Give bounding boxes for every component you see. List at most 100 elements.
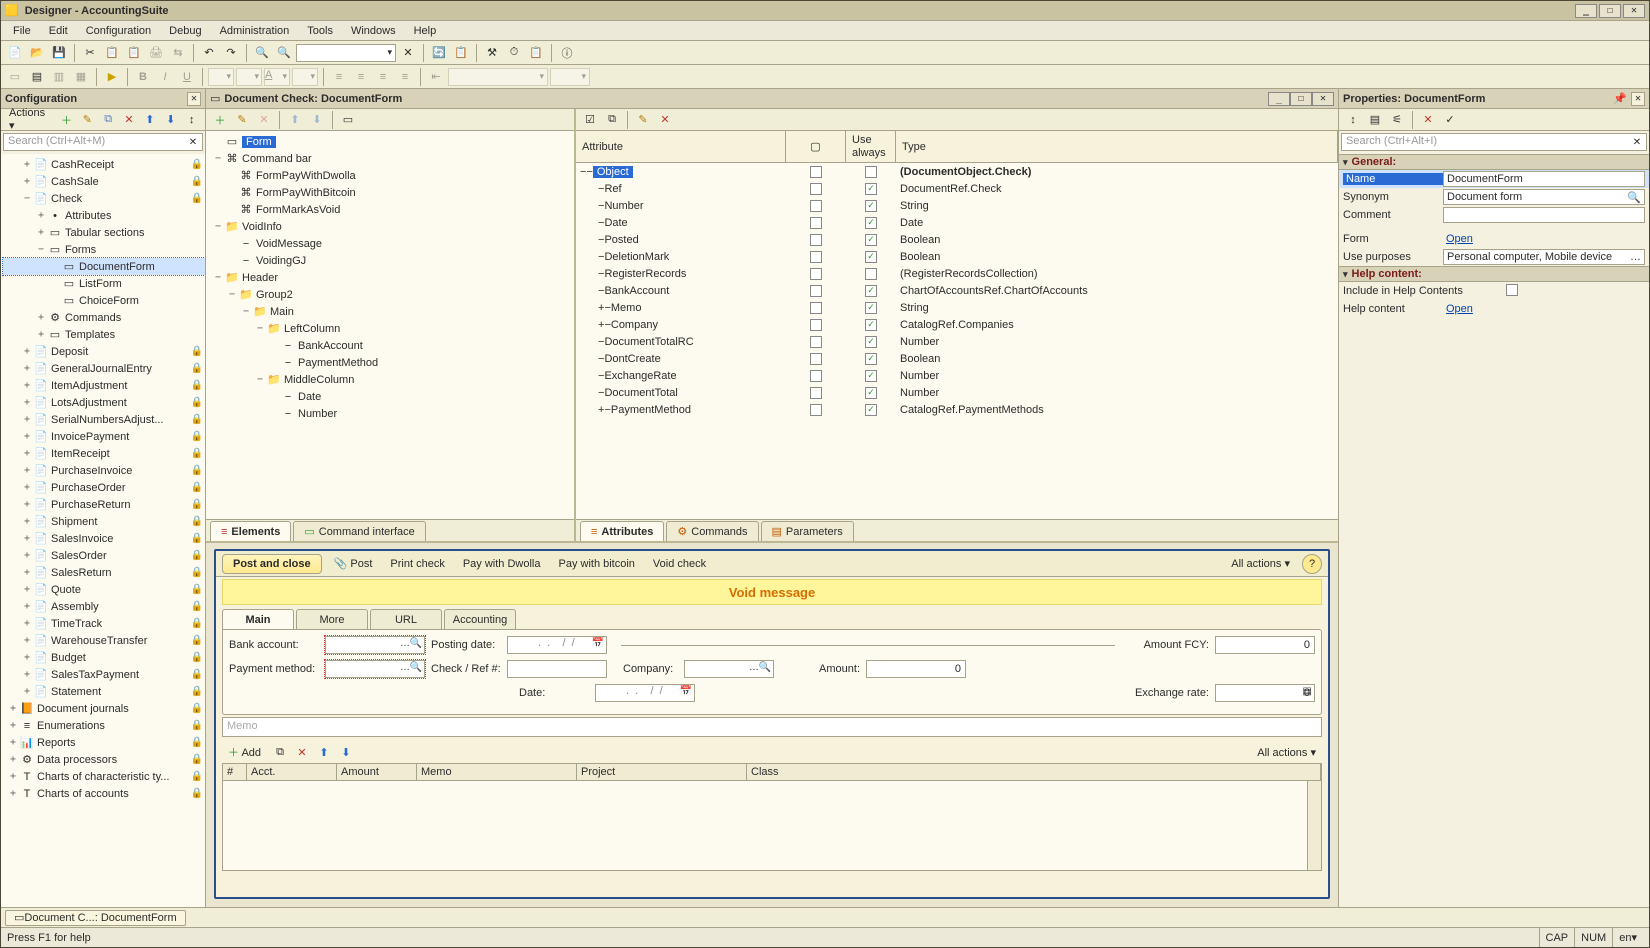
attribute-row[interactable]: −DocumentTotalRC✓Number [576,333,1338,350]
element-item[interactable]: −VoidingGJ [208,252,574,269]
attribute-row[interactable]: −DocumentTotal✓Number [576,384,1338,401]
mdi-close-button[interactable]: ✕ [1312,92,1334,106]
tree-item[interactable]: +📄CashSale🔒 [3,173,205,190]
line-all-actions[interactable]: All actions ▾ [1251,744,1322,761]
delete-icon[interactable]: ✕ [120,110,139,130]
col-acct[interactable]: Acct. [247,764,337,780]
pin-icon[interactable]: 📌 [1613,92,1627,105]
line-up-icon[interactable]: ⬆ [315,743,333,761]
fill-color[interactable] [236,68,262,86]
align-left-button[interactable]: ≡ [329,67,349,87]
prop-form-link[interactable]: Open [1446,233,1473,245]
tool-b-button[interactable]: ⏱ [504,43,524,63]
maximize-button[interactable]: ☐ [1599,4,1621,18]
element-item[interactable]: −📁Main [208,303,574,320]
align-center-button[interactable]: ≡ [351,67,371,87]
prop-sort-icon[interactable]: ↕ [1343,110,1363,130]
help-icon[interactable]: ? [1302,554,1322,574]
elements-tree[interactable]: ▭Form−⌘Command bar ⌘FormPayWithDwolla ⌘F… [206,131,574,519]
section-help[interactable]: Help content: [1339,266,1649,282]
attribute-row[interactable]: +−Memo✓String [576,299,1338,316]
element-item[interactable]: −📁Header [208,269,574,286]
tree-item[interactable]: +📊Reports🔒 [3,734,205,751]
cell-button-1[interactable]: ▭ [5,67,25,87]
pay-bitcoin-button[interactable]: Pay with bitcoin [552,556,640,572]
attribute-row[interactable]: −DontCreate✓Boolean [576,350,1338,367]
underline-button[interactable]: U [177,67,197,87]
element-item[interactable]: −VoidMessage [208,235,574,252]
configuration-tree[interactable]: +📄CashReceipt🔒+📄CashSale🔒−📄Check🔒+•Attri… [1,154,205,907]
amount-input[interactable]: 0 [866,660,966,678]
open-button[interactable]: 📂 [27,43,47,63]
tree-item[interactable]: +📄SalesInvoice🔒 [3,530,205,547]
copy-line-icon[interactable]: ⧉ [271,743,289,761]
search-combo[interactable] [296,44,396,62]
menu-windows[interactable]: Windows [345,23,402,39]
minimize-button[interactable]: _ [1575,4,1597,18]
attribute-row[interactable]: −−Object(DocumentObject.Check) [576,163,1338,180]
properties-search-clear-icon[interactable]: ✕ [1630,135,1644,149]
post-button[interactable]: 📎 Post [328,555,379,572]
menu-configuration[interactable]: Configuration [80,23,157,39]
attribute-row[interactable]: −Posted✓Boolean [576,231,1338,248]
attributes-grid[interactable]: −−Object(DocumentObject.Check)−Ref✓Docum… [576,163,1338,519]
prop-synonym-input[interactable]: Document form🔍 [1443,189,1645,205]
col-num[interactable]: # [223,764,247,780]
copy-button[interactable]: 📋 [102,43,122,63]
line-down-icon[interactable]: ⬇ [337,743,355,761]
refresh-button[interactable]: 🔄 [429,43,449,63]
new-button[interactable]: 📄 [5,43,25,63]
menu-administration[interactable]: Administration [214,23,296,39]
attribute-row[interactable]: −BankAccount✓ChartOfAccountsRef.ChartOfA… [576,282,1338,299]
pay-dwolla-button[interactable]: Pay with Dwolla [457,556,547,572]
tree-item[interactable]: +⚙Data processors🔒 [3,751,205,768]
delete-line-icon[interactable]: ✕ [293,743,311,761]
scrollbar[interactable] [1307,781,1321,870]
attribute-row[interactable]: −RegisterRecords(RegisterRecordsCollecti… [576,265,1338,282]
tree-item[interactable]: +📄InvoicePayment🔒 [3,428,205,445]
tree-item[interactable]: +📄Assembly🔒 [3,598,205,615]
element-item[interactable]: −Date [208,388,574,405]
posting-date-input[interactable]: . . / /📅 [507,636,607,654]
attribute-row[interactable]: −DeletionMark✓Boolean [576,248,1338,265]
element-item[interactable]: −⌘Command bar [208,150,574,167]
attribute-row[interactable]: +−Company✓CatalogRef.Companies [576,316,1338,333]
attr-check-icon[interactable]: ☑ [580,110,600,130]
element-item[interactable]: ⌘FormPayWithBitcoin [208,184,574,201]
cell-button-4[interactable]: ▦ [71,67,91,87]
tab-command-interface[interactable]: ▭ Command interface [293,521,425,541]
redo-button[interactable]: ↷ [221,43,241,63]
prop-name-input[interactable]: DocumentForm [1443,171,1645,187]
elem-up-icon[interactable]: ⬆ [285,110,305,130]
tab-more[interactable]: More [296,609,368,629]
attribute-row[interactable]: −Date✓Date [576,214,1338,231]
add-icon[interactable]: ＋ [57,110,76,130]
tree-item[interactable]: +📄SerialNumbersAdjust...🔒 [3,411,205,428]
check-ref-input[interactable] [507,660,607,678]
col-attribute[interactable]: Attribute [576,131,786,162]
attribute-row[interactable]: +−PaymentMethod✓CatalogRef.PaymentMethod… [576,401,1338,418]
highlight-color[interactable] [292,68,318,86]
element-item[interactable]: −📁Group2 [208,286,574,303]
tree-item[interactable]: +📄WarehouseTransfer🔒 [3,632,205,649]
tree-item[interactable]: +📄SalesTaxPayment🔒 [3,666,205,683]
amount-fcy-input[interactable]: 0 [1215,636,1315,654]
tree-item[interactable]: −▭Forms [3,241,205,258]
tree-item[interactable]: +▭Templates [3,326,205,343]
tree-item[interactable]: +📄LotsAdjustment🔒 [3,394,205,411]
prop-filter-icon[interactable]: ⚟ [1387,110,1407,130]
element-item[interactable]: −📁VoidInfo [208,218,574,235]
move-up-icon[interactable]: ⬆ [140,110,159,130]
attr-edit-icon[interactable]: ✎ [633,110,653,130]
compare-button[interactable]: ⇆ [168,43,188,63]
tree-item[interactable]: +📄GeneralJournalEntry🔒 [3,360,205,377]
col-type[interactable]: Type [896,131,1338,162]
properties-search[interactable]: Search (Ctrl+Alt+I) ✕ [1341,133,1647,151]
line-items-body[interactable] [222,781,1322,871]
tree-item[interactable]: +TCharts of accounts🔒 [3,785,205,802]
elem-down-icon[interactable]: ⬇ [307,110,327,130]
tree-item[interactable]: +≡Enumerations🔒 [3,717,205,734]
tree-item[interactable]: +📄Deposit🔒 [3,343,205,360]
align-right-button[interactable]: ≡ [373,67,393,87]
tab-accounting[interactable]: Accounting [444,609,516,629]
